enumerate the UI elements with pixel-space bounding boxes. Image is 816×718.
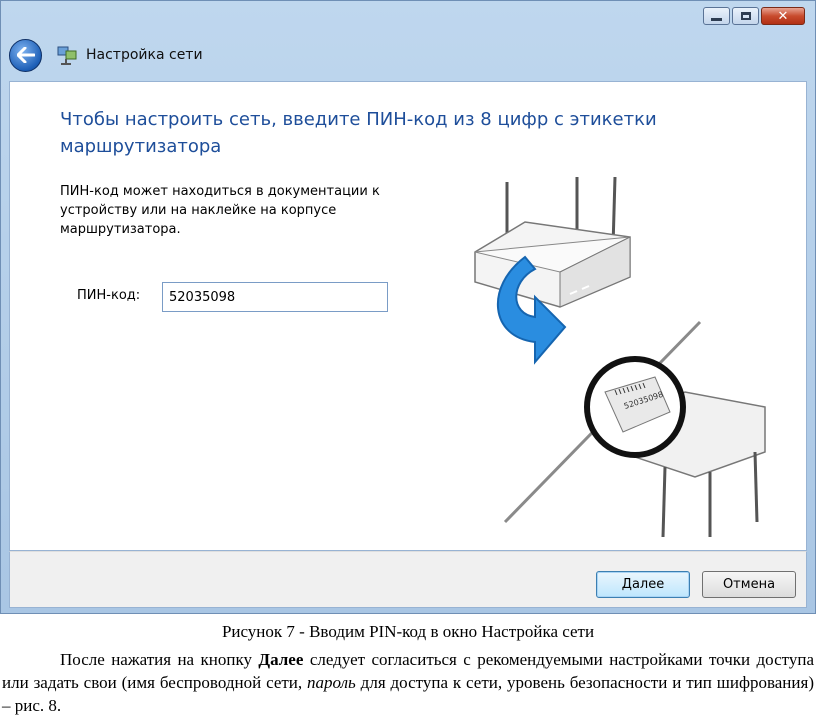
next-button[interactable]: Далее [596, 571, 690, 598]
nav-bar: Настройка сети [9, 35, 799, 75]
router-illustration: 52035098 [474, 177, 766, 538]
body-paragraph: После нажатия на кнопку Далее следует со… [2, 648, 814, 717]
para-text-1: После нажатия на кнопку [60, 650, 259, 669]
window-title: Настройка сети [86, 47, 203, 63]
back-arrow-icon [16, 47, 35, 63]
network-setup-icon [57, 46, 77, 65]
close-icon: ✕ [777, 8, 789, 24]
cancel-button[interactable]: Отмена [702, 571, 796, 598]
figure-caption: Рисунок 7 - Вводим PIN-код в окно Настро… [221, 622, 595, 641]
content-panel: Чтобы настроить сеть, введите ПИН-код из… [9, 81, 807, 551]
button-bar: Далее Отмена [9, 551, 807, 608]
pin-label: ПИН-код: [77, 288, 141, 303]
close-button[interactable]: ✕ [761, 7, 805, 25]
instruction-heading: Чтобы настроить сеть, введите ПИН-код из… [60, 109, 657, 157]
back-button[interactable] [9, 38, 42, 72]
dialog-window: ✕ Настройка сети Чтобы настроить сеть, в… [0, 0, 816, 614]
minimize-icon [711, 17, 722, 21]
maximize-button[interactable] [732, 7, 759, 25]
para-bold-next: Далее [258, 650, 304, 669]
minimize-button[interactable] [703, 7, 730, 25]
para-italic-password: пароль [307, 673, 356, 692]
instruction-text: ПИН-код может находиться в документации … [60, 184, 380, 237]
maximize-icon [740, 12, 751, 20]
pin-input[interactable] [162, 282, 388, 312]
caption-buttons: ✕ [701, 7, 805, 25]
